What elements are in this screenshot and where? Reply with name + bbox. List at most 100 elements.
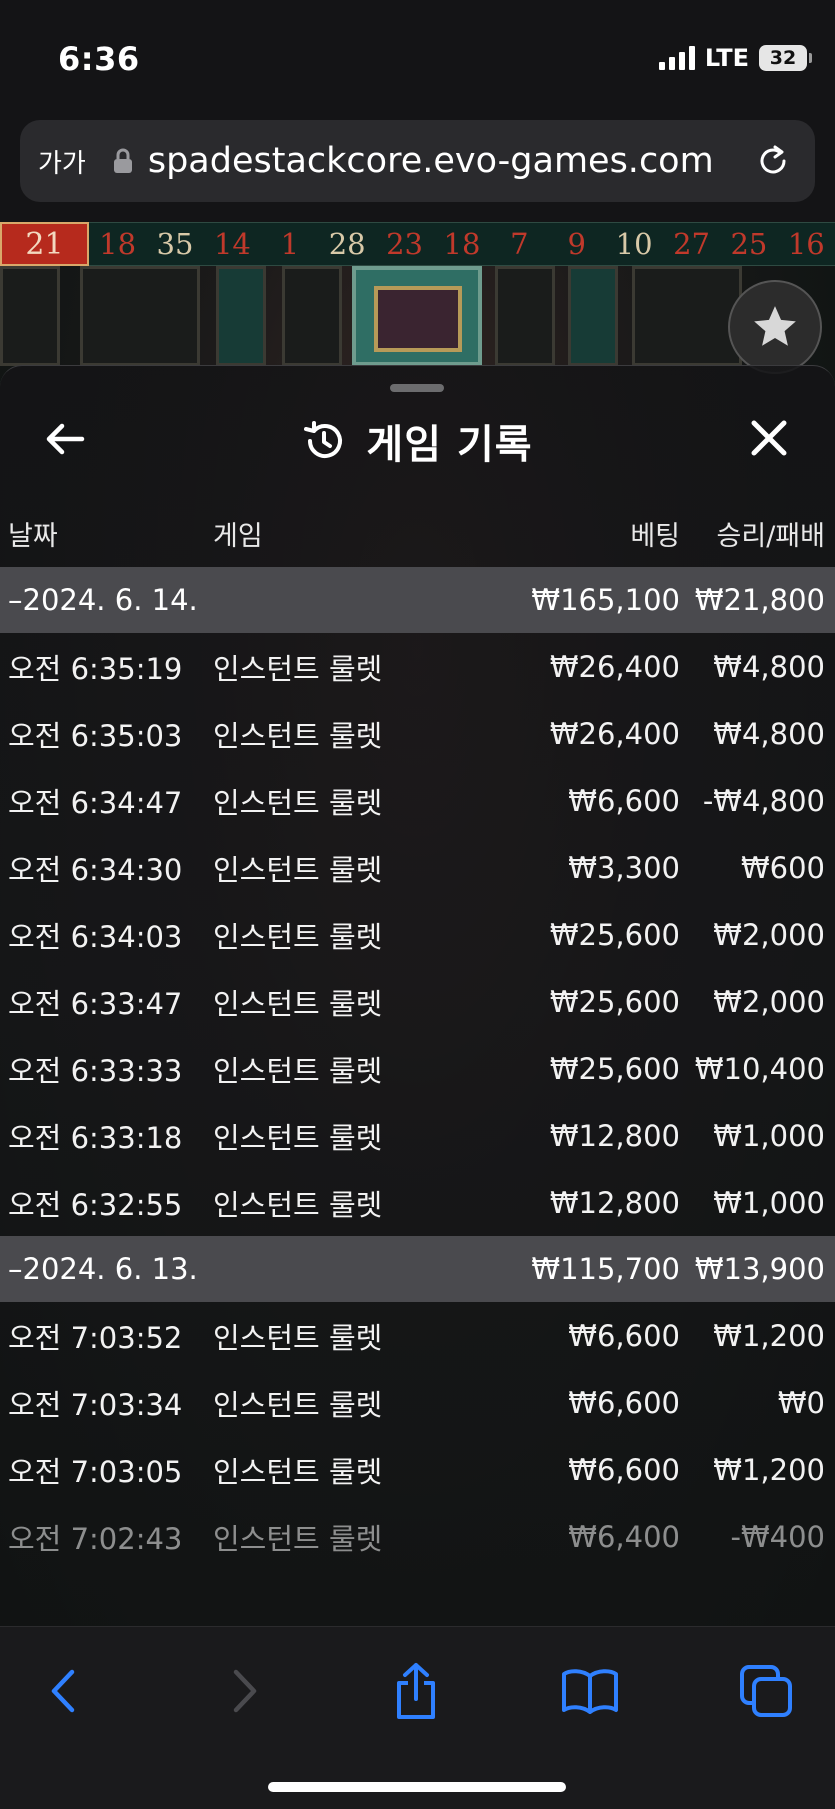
battery-icon: 32 [759, 45, 812, 71]
row-game: 인스턴트 룰렛 [213, 1320, 383, 1355]
result-number: 7 [510, 227, 529, 261]
header-date: 날짜 [8, 521, 58, 552]
row-game: 인스턴트 룰렛 [213, 1387, 383, 1422]
row-bet: ₩12,800 [549, 1118, 680, 1153]
row-time: 오전 6:32:55 [8, 1187, 183, 1222]
row-bet: ₩25,600 [549, 1051, 680, 1086]
wall-panel [0, 266, 60, 366]
date-group-header[interactable]: –2024. 6. 13. ₩115,700 ₩13,900 [0, 1236, 835, 1302]
history-row[interactable]: 오전 7:02:43 인스턴트 룰렛 ₩6,400 -₩400 [0, 1503, 835, 1570]
battery-level: 32 [769, 47, 797, 69]
wall-panel [282, 266, 342, 366]
reload-icon[interactable] [755, 143, 791, 179]
history-row[interactable]: 오전 6:34:47 인스턴트 룰렛 ₩6,600 -₩4,800 [0, 767, 835, 834]
header-win-loss: 승리/패배 [716, 521, 825, 552]
current-result-number: 21 [25, 226, 64, 262]
group-date: –2024. 6. 13. [8, 1252, 198, 1286]
row-win-loss: ₩1,200 [713, 1452, 825, 1487]
row-time: 오전 7:03:52 [8, 1320, 183, 1355]
result-number: 35 [156, 227, 194, 261]
history-row[interactable]: 오전 6:35:03 인스턴트 룰렛 ₩26,400 ₩4,800 [0, 700, 835, 767]
wall-panel [632, 266, 742, 366]
close-icon[interactable] [749, 418, 789, 458]
row-game: 인스턴트 룰렛 [213, 1521, 383, 1556]
row-bet: ₩6,600 [568, 1452, 680, 1487]
sheet-header: 게임 기록 [0, 412, 835, 470]
group-bet-total: ₩115,700 [531, 1252, 680, 1286]
status-bar: 6:36 LTE 32 [0, 0, 835, 110]
result-number: 27 [673, 227, 710, 261]
previous-results: 18 35 14 1 28 23 18 7 9 10 27 25 16 [89, 227, 835, 261]
row-time: 오전 6:34:30 [8, 852, 183, 887]
painting [374, 286, 462, 352]
favorite-button[interactable] [728, 280, 822, 374]
row-win-loss: ₩600 [740, 850, 825, 885]
history-row[interactable]: 오전 6:33:47 인스턴트 룰렛 ₩25,600 ₩2,000 [0, 968, 835, 1035]
row-time: 오전 6:35:03 [8, 718, 183, 753]
row-time: 오전 6:35:19 [8, 651, 183, 686]
history-row[interactable]: 오전 6:33:18 인스턴트 룰렛 ₩12,800 ₩1,000 [0, 1102, 835, 1169]
group-win-total: ₩21,800 [694, 583, 825, 617]
tabs-icon [740, 1665, 792, 1717]
screen: 6:36 LTE 32 가가 spadestackcore.evo-games.… [0, 0, 835, 1809]
row-game: 인스턴트 룰렛 [213, 1454, 383, 1489]
row-win-loss: ₩10,400 [694, 1051, 825, 1086]
network-type: LTE [704, 44, 749, 72]
history-row[interactable]: 오전 7:03:05 인스턴트 룰렛 ₩6,600 ₩1,200 [0, 1436, 835, 1503]
history-row[interactable]: 오전 6:35:19 인스턴트 룰렛 ₩26,400 ₩4,800 [0, 633, 835, 700]
star-icon [754, 306, 796, 346]
reader-settings-button[interactable]: 가가 [38, 143, 86, 180]
history-row[interactable]: 오전 6:34:30 인스턴트 룰렛 ₩3,300 ₩600 [0, 834, 835, 901]
row-bet: ₩6,600 [568, 1318, 680, 1353]
wall-panel [216, 266, 266, 366]
status-indicators: LTE 32 [658, 44, 812, 72]
row-time: 오전 7:03:05 [8, 1454, 183, 1489]
nav-forward-button[interactable] [214, 1661, 274, 1721]
row-bet: ₩25,600 [549, 917, 680, 952]
result-number: 18 [443, 227, 481, 261]
row-game: 인스턴트 룰렛 [213, 919, 383, 954]
row-bet: ₩25,600 [549, 984, 680, 1019]
history-row[interactable]: 오전 7:03:34 인스턴트 룰렛 ₩6,600 ₩0 [0, 1369, 835, 1436]
sheet-grabber[interactable] [390, 384, 444, 392]
browser-address-area: 가가 spadestackcore.evo-games.com [0, 110, 835, 222]
header-bet: 베팅 [630, 521, 680, 552]
history-row[interactable]: 오전 6:34:03 인스턴트 룰렛 ₩25,600 ₩2,000 [0, 901, 835, 968]
column-headers: 날짜 게임 베팅 승리/패배 [0, 514, 835, 554]
tabs-button[interactable] [736, 1661, 796, 1721]
wall-panel [568, 266, 618, 366]
nav-back-button[interactable] [34, 1661, 94, 1721]
sheet-title: 게임 기록 [366, 422, 533, 468]
row-win-loss: ₩1,200 [713, 1318, 825, 1353]
row-bet: ₩6,600 [568, 783, 680, 818]
row-win-loss: ₩1,000 [713, 1118, 825, 1153]
row-win-loss: ₩2,000 [713, 984, 825, 1019]
home-indicator[interactable] [268, 1782, 566, 1792]
row-bet: ₩6,600 [568, 1385, 680, 1420]
row-bet: ₩26,400 [549, 649, 680, 684]
row-bet: ₩6,400 [568, 1519, 680, 1554]
row-game: 인스턴트 룰렛 [213, 651, 383, 686]
lock-icon [113, 148, 132, 173]
row-win-loss: ₩0 [777, 1385, 825, 1420]
row-bet: ₩12,800 [549, 1185, 680, 1220]
row-bet: ₩26,400 [549, 716, 680, 751]
bookmarks-button[interactable] [560, 1661, 620, 1721]
signal-icon [658, 46, 695, 70]
chevron-right-icon [233, 1669, 257, 1713]
history-row[interactable]: 오전 6:32:55 인스턴트 룰렛 ₩12,800 ₩1,000 [0, 1169, 835, 1236]
row-time: 오전 6:33:47 [8, 986, 183, 1021]
history-row[interactable]: 오전 7:03:52 인스턴트 룰렛 ₩6,600 ₩1,200 [0, 1302, 835, 1369]
history-row[interactable]: 오전 6:33:33 인스턴트 룰렛 ₩25,600 ₩10,400 [0, 1035, 835, 1102]
current-result: 21 [0, 222, 89, 266]
row-game: 인스턴트 룰렛 [213, 785, 383, 820]
history-list[interactable]: –2024. 6. 14. ₩165,100 ₩21,800 오전 6:35:1… [0, 567, 835, 1570]
address-bar[interactable]: 가가 spadestackcore.evo-games.com [20, 120, 815, 202]
result-number: 23 [386, 227, 424, 261]
chevron-left-icon [51, 1669, 75, 1713]
date-group-header[interactable]: –2024. 6. 14. ₩165,100 ₩21,800 [0, 567, 835, 633]
row-game: 인스턴트 룰렛 [213, 986, 383, 1021]
group-bet-total: ₩165,100 [531, 583, 680, 617]
share-button[interactable] [386, 1661, 446, 1721]
result-number: 18 [99, 227, 137, 261]
